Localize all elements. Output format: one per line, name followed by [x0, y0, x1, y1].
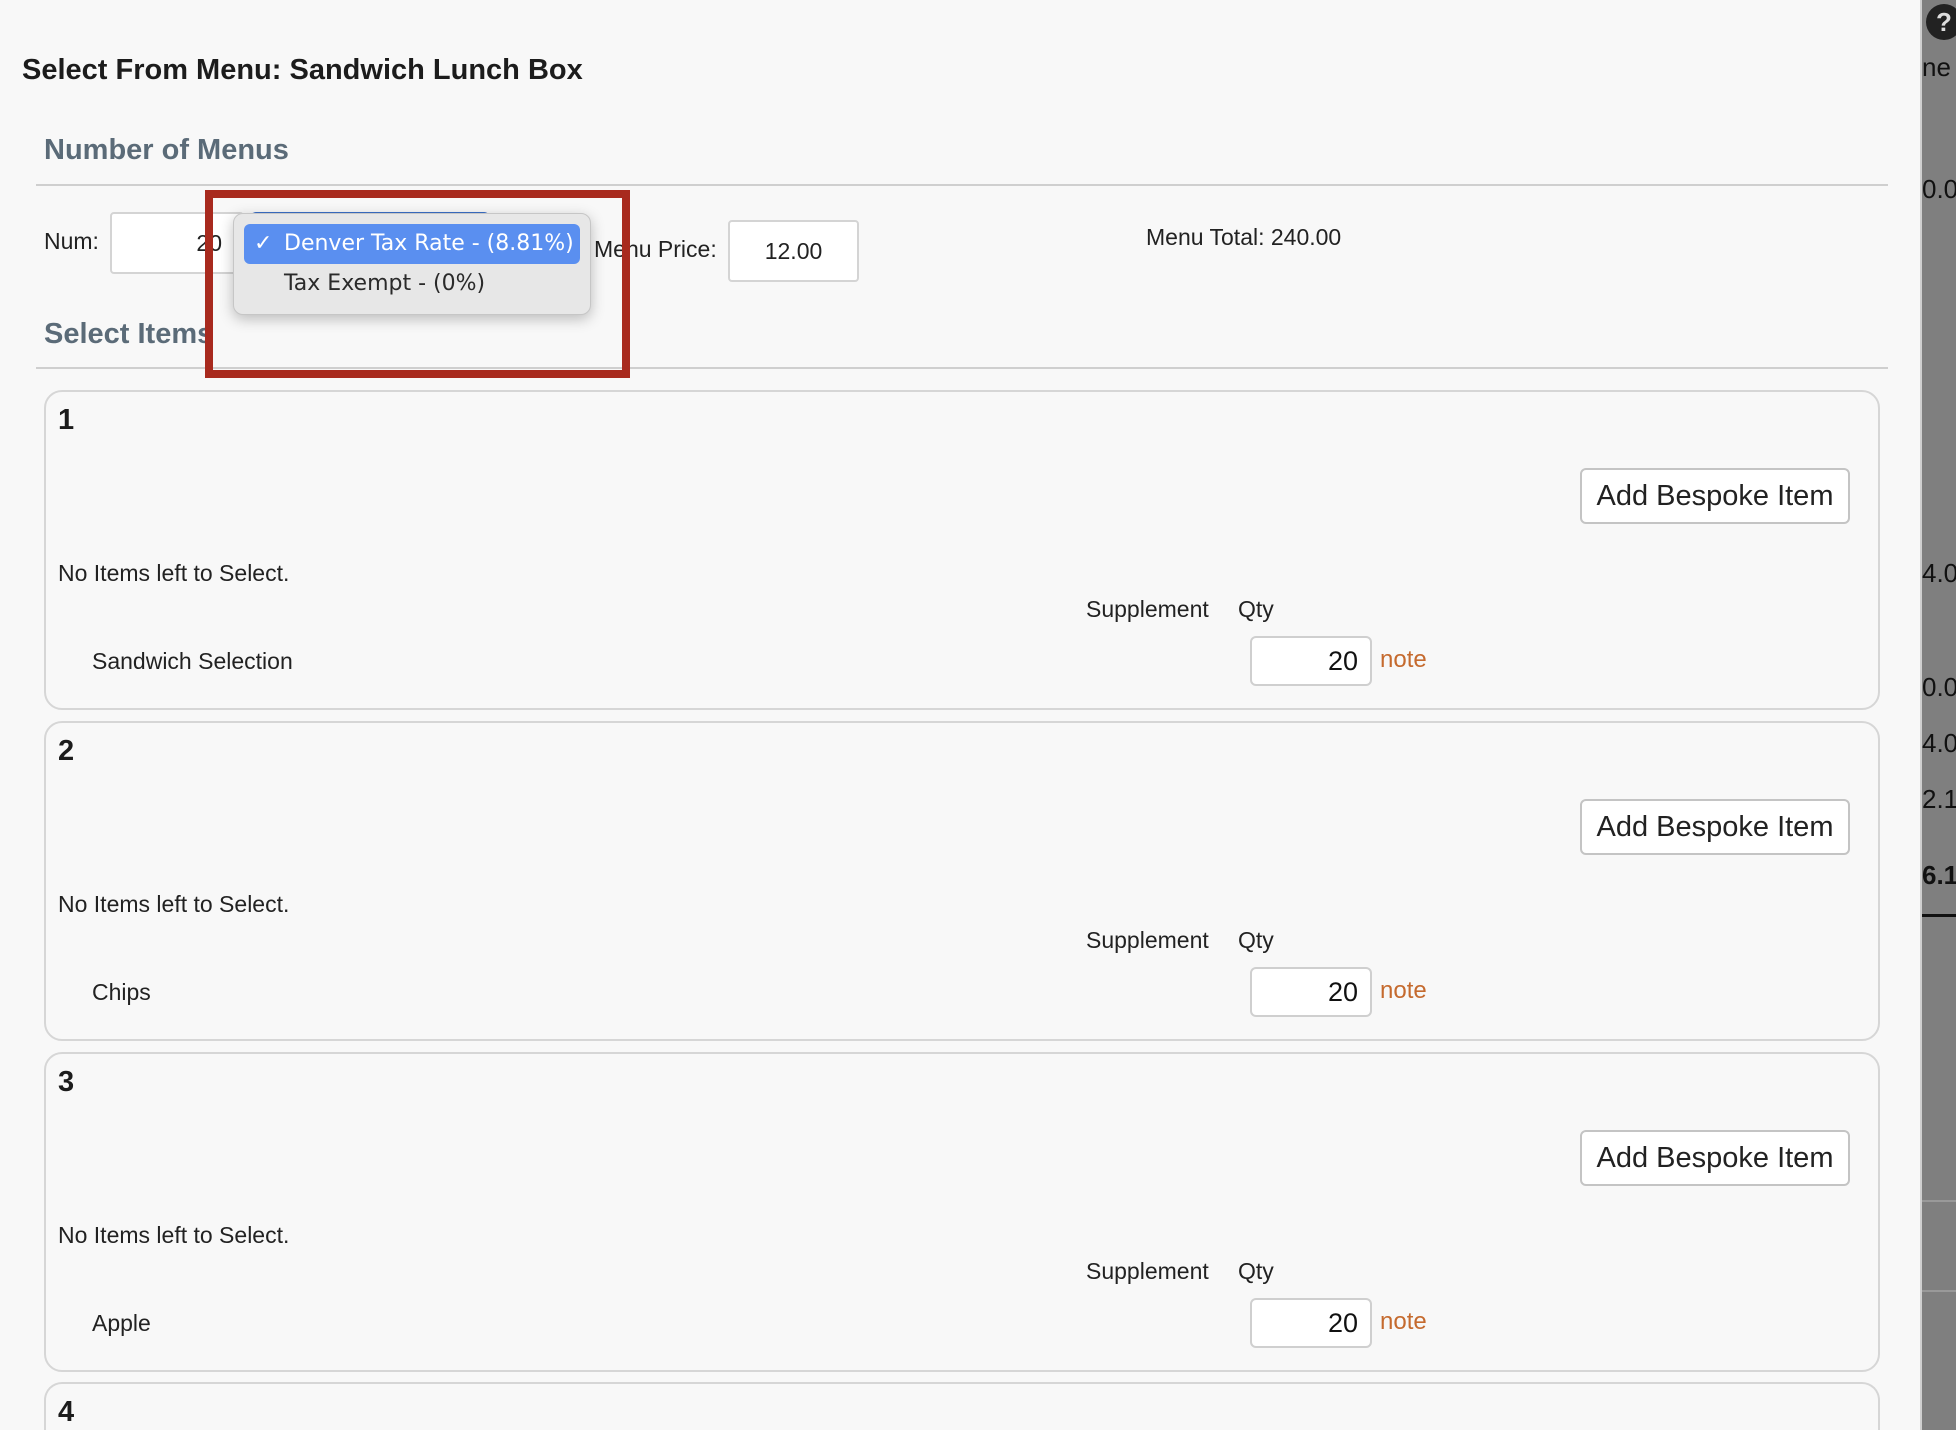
group-number: 3	[58, 1066, 75, 1098]
select-items-heading: Select Items	[44, 318, 214, 350]
background-text: 2.1	[1922, 784, 1956, 814]
help-icon[interactable]: ?	[1926, 4, 1956, 40]
background-text: 6.1	[1922, 860, 1956, 890]
num-label: Num:	[44, 228, 99, 254]
qty-input[interactable]: 20	[1250, 967, 1372, 1017]
item-name: Apple	[92, 1310, 151, 1336]
section-divider	[36, 184, 1888, 186]
item-group: 1 Add Bespoke Item No Items left to Sele…	[44, 390, 1880, 710]
background-text: 0.0	[1922, 672, 1956, 702]
qty-input[interactable]: 20	[1250, 636, 1372, 686]
qty-header: Qty	[1238, 927, 1274, 953]
number-of-menus-heading: Number of Menus	[44, 134, 289, 166]
no-items-message: No Items left to Select.	[58, 1222, 290, 1248]
supplement-header: Supplement	[1086, 927, 1209, 953]
item-name: Chips	[92, 979, 151, 1005]
background-text: 4.0	[1922, 728, 1956, 758]
item-name: Sandwich Selection	[92, 648, 293, 674]
group-number: 2	[58, 735, 75, 767]
menu-total: Menu Total: 240.00	[1146, 224, 1342, 250]
item-group: 3 Add Bespoke Item No Items left to Sele…	[44, 1052, 1880, 1372]
note-link[interactable]: note	[1380, 646, 1427, 674]
item-group: 4	[44, 1382, 1880, 1430]
add-bespoke-item-button[interactable]: Add Bespoke Item	[1580, 468, 1850, 524]
qty-header: Qty	[1238, 596, 1274, 622]
background-text: 4.0	[1922, 558, 1956, 588]
background-text: 0.0	[1922, 174, 1956, 204]
background-divider	[1918, 1290, 1956, 1292]
annotation-highlight-box	[205, 190, 630, 378]
add-bespoke-item-button[interactable]: Add Bespoke Item	[1580, 1130, 1850, 1186]
qty-header: Qty	[1238, 1258, 1274, 1284]
no-items-message: No Items left to Select.	[58, 891, 290, 917]
note-link[interactable]: note	[1380, 977, 1427, 1005]
menu-price-input[interactable]: 12.00	[728, 220, 859, 282]
modal-title: Select From Menu: Sandwich Lunch Box	[22, 54, 583, 86]
background-page-strip: ? ne 0.0 4.0 0.0 4.0 2.1 6.1	[1918, 0, 1956, 1430]
select-menu-modal: Select From Menu: Sandwich Lunch Box Num…	[0, 0, 1922, 1430]
background-text: ne	[1922, 52, 1951, 82]
note-link[interactable]: note	[1380, 1308, 1427, 1336]
group-number: 1	[58, 404, 75, 436]
background-divider	[1918, 1200, 1956, 1202]
supplement-header: Supplement	[1086, 596, 1209, 622]
qty-input[interactable]: 20	[1250, 1298, 1372, 1348]
background-divider	[1918, 914, 1956, 917]
item-group: 2 Add Bespoke Item No Items left to Sele…	[44, 721, 1880, 1041]
no-items-message: No Items left to Select.	[58, 560, 290, 586]
supplement-header: Supplement	[1086, 1258, 1209, 1284]
add-bespoke-item-button[interactable]: Add Bespoke Item	[1580, 799, 1850, 855]
group-number: 4	[58, 1396, 75, 1428]
